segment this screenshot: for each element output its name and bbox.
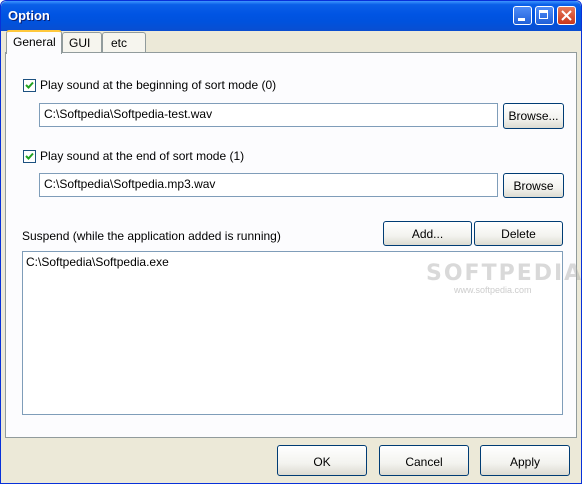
watermark-url: www.softpedia.com [454, 285, 532, 295]
tab-general[interactable]: General [6, 30, 62, 54]
minimize-icon [518, 18, 525, 21]
delete-button[interactable]: Delete [474, 221, 563, 246]
sound-begin-label: Play sound at the beginning of sort mode… [40, 78, 277, 92]
sound-end-checkbox[interactable] [23, 150, 36, 163]
tab-etc-label: etc [111, 36, 128, 50]
sound-end-path-field[interactable]: C:\Softpedia\Softpedia.mp3.wav [39, 173, 498, 197]
checkmark-icon [25, 81, 34, 89]
list-item[interactable]: C:\Softpedia\Softpedia.exe [26, 255, 169, 269]
window-title: Option [8, 8, 50, 23]
title-bar[interactable]: Option [1, 1, 581, 31]
tab-general-label: General [13, 35, 56, 49]
tab-etc[interactable]: etc [102, 32, 146, 52]
apply-button[interactable]: Apply [480, 445, 570, 476]
general-tab-panel: Play sound at the beginning of sort mode… [5, 52, 581, 438]
add-button[interactable]: Add... [383, 221, 472, 246]
cancel-button[interactable]: Cancel [379, 445, 469, 476]
watermark: SOFTPEDIA [426, 261, 582, 286]
sound-begin-checkbox[interactable] [23, 79, 36, 92]
sound-begin-path-field[interactable]: C:\Softpedia\Softpedia-test.wav [39, 103, 498, 127]
tab-gui[interactable]: GUI [62, 32, 102, 52]
close-icon [561, 10, 572, 21]
sound-end-label: Play sound at the end of sort mode (1) [40, 149, 245, 163]
suspend-label: Suspend (while the application added is … [22, 229, 281, 243]
close-button[interactable] [557, 6, 576, 25]
browse-end-button[interactable]: Browse [503, 173, 564, 198]
checkmark-icon [25, 152, 34, 160]
browse-begin-button[interactable]: Browse... [503, 103, 564, 129]
minimize-button[interactable] [513, 6, 532, 25]
ok-button[interactable]: OK [277, 445, 367, 476]
maximize-button[interactable] [535, 6, 554, 25]
maximize-icon [539, 10, 548, 19]
tab-gui-label: GUI [69, 36, 91, 50]
option-dialog: Option General GUI etc Play sound at the… [0, 0, 582, 484]
